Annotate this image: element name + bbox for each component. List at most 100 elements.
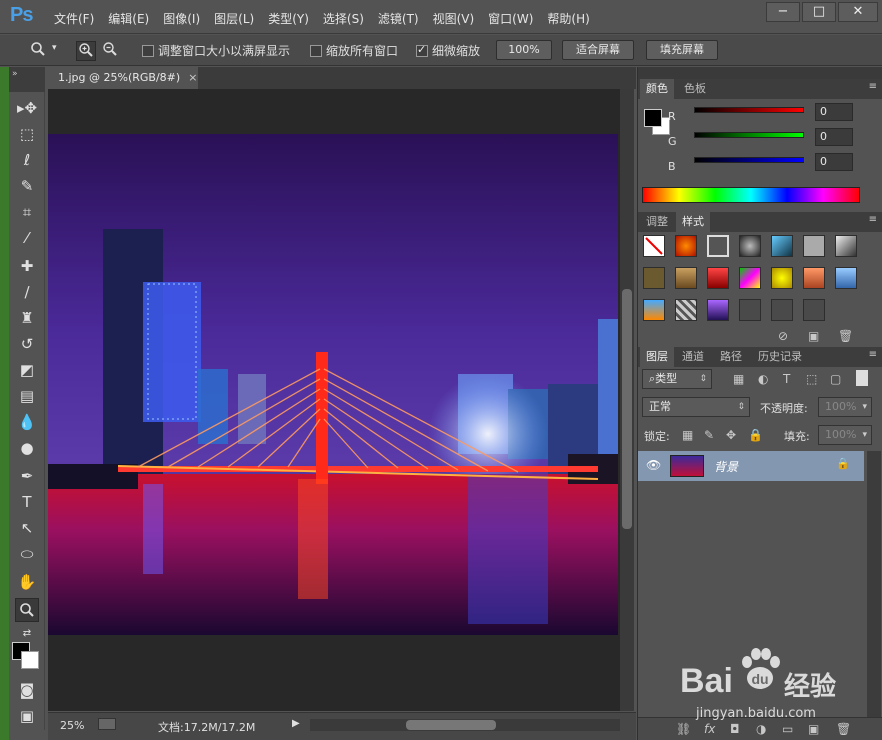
tab-styles[interactable]: 样式 xyxy=(676,212,710,232)
style-swatch[interactable] xyxy=(707,267,729,289)
layer-name[interactable]: 背景 xyxy=(714,458,738,475)
panel-menu-icon[interactable]: ≡ xyxy=(869,214,877,225)
clear-style-icon[interactable]: ⊘ xyxy=(778,329,788,343)
ellipse-tool-icon[interactable]: ⬭ xyxy=(15,542,39,566)
style-swatch[interactable] xyxy=(643,267,665,289)
r-slider[interactable] xyxy=(694,107,804,113)
menu-select[interactable]: 选择(S) xyxy=(323,10,372,27)
style-swatch[interactable] xyxy=(739,267,761,289)
horizontal-scrollbar[interactable] xyxy=(310,719,620,731)
layer-visibility-eye-icon[interactable]: 👁 xyxy=(646,458,661,472)
filter-type-icon[interactable]: T xyxy=(783,372,790,386)
share-icon[interactable] xyxy=(98,718,116,730)
style-swatch[interactable] xyxy=(803,299,825,321)
style-swatch[interactable] xyxy=(739,299,761,321)
menu-image[interactable]: 图像(I) xyxy=(163,10,208,27)
lock-position-icon[interactable]: ✥ xyxy=(726,428,736,442)
menu-file[interactable]: 文件(F) xyxy=(54,10,102,27)
style-swatch[interactable] xyxy=(675,235,697,257)
brush-tool-icon[interactable]: ∕ xyxy=(15,280,39,304)
g-slider[interactable] xyxy=(694,132,804,138)
scrubby-zoom-option[interactable]: 细微缩放 xyxy=(416,42,480,59)
filter-pixel-icon[interactable]: ▦ xyxy=(733,372,744,386)
layer-filter-dropdown[interactable]: ⌕类型 ⇕ xyxy=(642,369,712,389)
lock-all-icon[interactable]: 🔒 xyxy=(748,428,763,442)
blend-mode-dropdown[interactable]: 正常 ⇕ xyxy=(642,397,750,417)
b-value-field[interactable]: 0 xyxy=(815,153,853,171)
document-tab[interactable]: 1.jpg @ 25%(RGB/8#) × xyxy=(48,67,198,89)
r-value-field[interactable]: 0 xyxy=(815,103,853,121)
menu-layer[interactable]: 图层(L) xyxy=(214,10,262,27)
style-swatch[interactable] xyxy=(803,267,825,289)
lock-image-icon[interactable]: ✎ xyxy=(704,428,714,442)
blur-tool-icon[interactable]: 💧 xyxy=(15,410,39,434)
zoom-all-checkbox[interactable] xyxy=(310,45,322,57)
background-color-swatch[interactable] xyxy=(21,651,39,669)
filter-shape-icon[interactable]: ⬚ xyxy=(806,372,817,386)
chevron-down-icon[interactable]: ▾ xyxy=(52,43,57,53)
tab-layers[interactable]: 图层 xyxy=(640,347,674,367)
tab-color[interactable]: 颜色 xyxy=(640,79,674,99)
g-value-field[interactable]: 0 xyxy=(815,128,853,146)
style-swatch[interactable] xyxy=(803,235,825,257)
new-style-icon[interactable]: ▣ xyxy=(808,329,819,343)
fit-screen-button[interactable]: 适合屏幕 xyxy=(562,40,634,60)
delete-style-icon[interactable]: 🗑 xyxy=(838,329,853,343)
style-swatch[interactable] xyxy=(675,267,697,289)
zoom-tool-preset-icon[interactable] xyxy=(28,41,48,61)
close-tab-icon[interactable]: × xyxy=(188,71,197,84)
menu-filter[interactable]: 滤镜(T) xyxy=(378,10,427,27)
style-swatch[interactable] xyxy=(643,299,665,321)
marquee-tool-icon[interactable]: ⬚ xyxy=(15,122,39,146)
eyedropper-tool-icon[interactable]: ⁄ xyxy=(15,226,39,250)
horizontal-scroll-thumb[interactable] xyxy=(406,720,496,730)
zoom-in-icon[interactable] xyxy=(76,41,96,61)
hand-tool-icon[interactable]: ✋ xyxy=(15,570,39,594)
fill-screen-button[interactable]: 填充屏幕 xyxy=(646,40,718,60)
style-swatch-selected[interactable] xyxy=(707,235,729,257)
status-menu-arrow-icon[interactable]: ▶ xyxy=(292,718,300,729)
toolbar-header[interactable]: » xyxy=(9,67,45,92)
style-swatch[interactable] xyxy=(771,299,793,321)
style-swatch[interactable] xyxy=(707,299,729,321)
layer-row-background[interactable]: 👁 背景 🔒 xyxy=(638,451,864,481)
filter-toggle-icon[interactable] xyxy=(856,370,868,386)
zoom-100-button[interactable]: 100% xyxy=(496,40,552,60)
document-image[interactable] xyxy=(48,134,618,635)
maximize-button[interactable]: □ xyxy=(802,2,836,22)
history-brush-tool-icon[interactable]: ↺ xyxy=(15,332,39,356)
style-swatch[interactable] xyxy=(675,299,697,321)
dodge-tool-icon[interactable]: ● xyxy=(15,436,39,460)
style-none-swatch[interactable] xyxy=(643,235,665,257)
resize-windows-checkbox[interactable] xyxy=(142,45,154,57)
close-button[interactable]: ✕ xyxy=(838,2,878,22)
type-tool-icon[interactable]: T xyxy=(15,490,39,514)
b-slider[interactable] xyxy=(694,157,804,163)
quick-select-tool-icon[interactable]: ✎ xyxy=(15,174,39,198)
tab-adjustments[interactable]: 调整 xyxy=(640,212,674,232)
scrubby-zoom-checkbox[interactable] xyxy=(416,43,428,57)
panel-menu-icon[interactable]: ≡ xyxy=(869,349,877,360)
style-swatch[interactable] xyxy=(771,267,793,289)
screen-mode-icon[interactable]: ▣ xyxy=(15,704,39,728)
clone-stamp-tool-icon[interactable]: ♜ xyxy=(15,306,39,330)
vertical-scroll-thumb[interactable] xyxy=(622,289,632,529)
lock-transparent-icon[interactable]: ▦ xyxy=(682,428,693,442)
path-select-tool-icon[interactable]: ↖ xyxy=(15,516,39,540)
style-swatch[interactable] xyxy=(835,235,857,257)
vertical-scrollbar[interactable] xyxy=(620,89,634,711)
filter-adjustment-icon[interactable]: ◐ xyxy=(758,372,768,386)
color-panel-foreground-swatch[interactable] xyxy=(644,109,662,127)
pen-tool-icon[interactable]: ✒ xyxy=(15,464,39,488)
zoom-all-option[interactable]: 缩放所有窗口 xyxy=(310,42,398,59)
menu-window[interactable]: 窗口(W) xyxy=(488,10,541,27)
opacity-field[interactable]: 100% ▾ xyxy=(818,397,872,417)
tab-paths[interactable]: 路径 xyxy=(714,347,748,367)
filter-smart-object-icon[interactable]: ▢ xyxy=(830,372,841,386)
minimize-button[interactable]: − xyxy=(766,2,800,22)
zoom-tool-icon[interactable] xyxy=(15,598,39,622)
menu-edit[interactable]: 编辑(E) xyxy=(108,10,157,27)
fill-field[interactable]: 100% ▾ xyxy=(818,425,872,445)
quick-mask-icon[interactable]: ◙ xyxy=(15,678,39,702)
eraser-tool-icon[interactable]: ◩ xyxy=(15,358,39,382)
